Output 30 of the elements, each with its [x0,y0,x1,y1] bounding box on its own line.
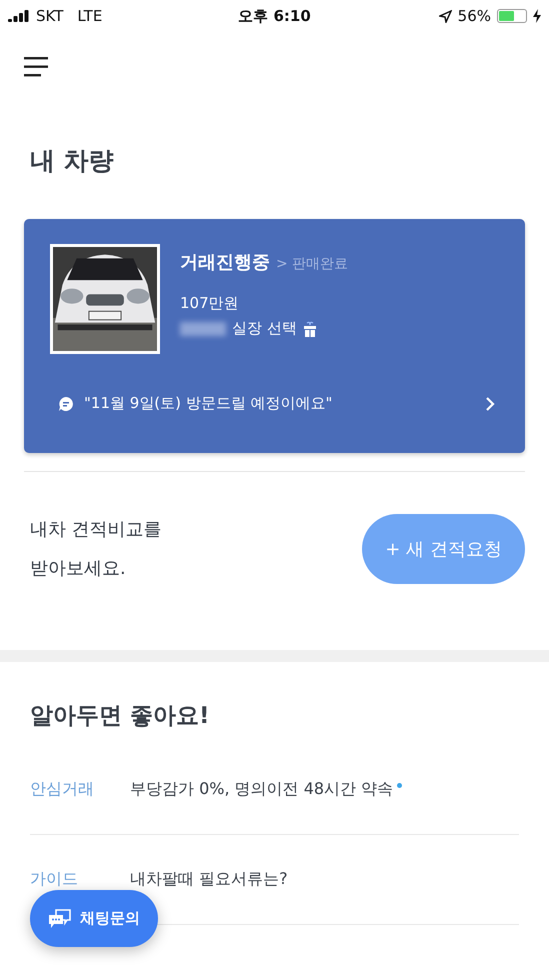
chat-button[interactable]: 채팅문의 [30,890,158,947]
message-text: "11월 9일(토) 방문드릴 예정이에요" [84,394,334,413]
deal-status: 거래진행중 [180,251,270,274]
tip-link[interactable]: 내차팔때 필요서류는? [130,869,288,890]
dealer-text: 실장 선택 [232,319,297,338]
network-label: LTE [77,7,102,25]
chat-icon [48,908,72,928]
page-title: 내 차량 [30,145,115,177]
clock-time: 오후 6:10 [238,6,311,24]
price-text: 107만원 [180,294,240,313]
car-card[interactable]: 거래진행중 > 판매완료 107만원 실장 선택 "11월 9일(토) 방문드릴 예정이에요" [24,219,525,453]
prompt-text: 내차 견적비교를 [30,518,162,542]
tip-category: 가이드 [30,869,79,890]
menu-icon[interactable] [24,56,48,78]
speech-bubble-icon [58,396,74,412]
section-title: 알아두면 좋아요! [30,702,210,731]
next-status: > 판매완료 [276,255,348,273]
battery-percent: 56% [458,7,492,25]
signal-icon [8,10,30,22]
tip-category: 안심거래 [30,779,95,800]
battery-icon [497,9,528,23]
carrier-label: SKT [36,7,64,25]
gift-icon [302,320,317,336]
prompt-text: 받아보세요. [30,557,127,581]
chevron-right-icon[interactable] [485,396,495,410]
blurred-name [180,322,226,336]
tip-link[interactable]: 부당감가 0%, 명의이전 48시간 약속 [130,779,394,800]
location-arrow-icon [438,10,452,22]
tip-row[interactable]: 안심거래 부당감가 0%, 명의이전 48시간 약속 [30,745,519,835]
charging-bolt-icon [533,9,542,23]
